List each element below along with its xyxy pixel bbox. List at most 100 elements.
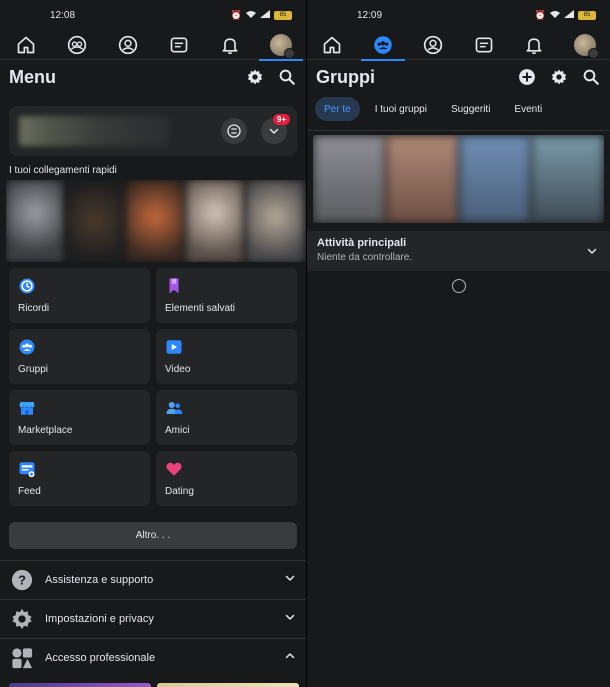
menu-screen: 12:08 ⏰ 85 Menu 9+ I tuoi collegamenti r… (0, 0, 306, 687)
tab-home[interactable] (316, 31, 348, 59)
shortcut-item[interactable] (66, 180, 124, 262)
divider (307, 130, 610, 131)
signal-icon (564, 10, 574, 20)
tab-feed[interactable] (163, 31, 195, 59)
shortcut-item[interactable] (6, 180, 64, 262)
groups-icon (374, 35, 392, 54)
profile-card[interactable]: 9+ (9, 106, 297, 156)
status-bar: 12:09 ⏰ 85 (307, 0, 610, 30)
pill-i-tuoi-gruppi[interactable]: I tuoi gruppi (366, 97, 436, 121)
tab-notifications[interactable] (214, 31, 246, 59)
video-play-icon (166, 340, 182, 354)
tile-label: Elementi salvati (165, 303, 236, 314)
professional-card[interactable] (9, 683, 151, 687)
plus-circle-icon[interactable] (518, 68, 536, 86)
groups-header: Gruppi (307, 60, 610, 94)
feed-icon (475, 37, 493, 52)
professional-cards-strip (9, 683, 299, 687)
home-icon (323, 36, 341, 53)
top-tab-bar (0, 30, 306, 61)
professional-access-row[interactable]: Accesso professionale (0, 638, 306, 677)
signal-icon (260, 10, 270, 20)
tab-menu[interactable] (569, 31, 601, 59)
search-icon[interactable] (582, 68, 600, 86)
wifi-icon (246, 10, 256, 20)
professional-card[interactable] (157, 683, 299, 687)
tile-gruppi[interactable]: Gruppi (9, 329, 150, 384)
loading-spinner (452, 279, 466, 293)
wifi-icon (550, 10, 560, 20)
tab-groups[interactable] (61, 31, 93, 59)
top-tab-bar (307, 30, 610, 61)
tile-video[interactable]: Video (156, 329, 297, 384)
bell-icon (222, 37, 237, 54)
alarm-icon: ⏰ (534, 9, 546, 20)
notification-badge: 9+ (272, 114, 290, 125)
profile-icon (118, 35, 137, 54)
page-title: Gruppi (316, 66, 375, 87)
tile-label: Dating (165, 486, 194, 497)
tile-feed[interactable]: Feed (9, 451, 150, 506)
groups-screen: 12:09 ⏰ 85 Gruppi Per te I tuoi gruppi S… (307, 0, 610, 687)
shortcuts-label: I tuoi collegamenti rapidi (9, 165, 117, 176)
pill-eventi[interactable]: Eventi (505, 97, 551, 121)
avatar (269, 33, 295, 59)
shortcut-item[interactable] (126, 180, 184, 262)
tab-menu[interactable] (258, 31, 303, 61)
switch-profile-button[interactable] (221, 118, 247, 144)
gear-icon (12, 608, 32, 630)
clock-memories-icon (19, 278, 35, 294)
tab-feed[interactable] (468, 31, 500, 59)
tile-label: Ricordi (18, 303, 50, 314)
bookmark-icon (169, 278, 179, 294)
menu-tiles-grid: Ricordi Elementi salvati Gruppi Video Ma… (9, 268, 297, 506)
tab-notifications[interactable] (518, 31, 550, 59)
alarm-icon: ⏰ (230, 9, 242, 20)
tile-label: Feed (18, 486, 41, 497)
menu-mini-icon (587, 47, 599, 59)
tile-elementi-salvati[interactable]: Elementi salvati (156, 268, 297, 323)
chevron-up-icon (285, 653, 295, 659)
search-icon[interactable] (278, 68, 296, 86)
tile-ricordi[interactable]: Ricordi (9, 268, 150, 323)
status-icons: ⏰ 85 (231, 10, 292, 21)
chevron-down-icon (285, 614, 295, 620)
switch-account-icon (227, 124, 241, 138)
home-icon (17, 36, 34, 53)
tile-amici[interactable]: Amici (156, 390, 297, 445)
menu-mini-icon (283, 47, 295, 59)
more-button[interactable]: Altro. . . (9, 522, 297, 549)
settings-privacy-row[interactable]: Impostazioni e privacy (0, 599, 306, 638)
tile-marketplace[interactable]: Marketplace (9, 390, 150, 445)
tab-profile[interactable] (417, 31, 449, 59)
menu-header: Menu (0, 60, 306, 94)
heart-icon (166, 462, 182, 476)
tab-home[interactable] (10, 31, 42, 59)
settings-privacy-label: Impostazioni e privacy (45, 613, 154, 625)
tile-dating[interactable]: Dating (156, 451, 297, 506)
marketplace-shop-icon (19, 402, 35, 415)
tab-groups[interactable] (360, 31, 405, 61)
profile-name-blurred (19, 116, 169, 146)
tab-profile[interactable] (112, 31, 144, 59)
top-activity-card[interactable]: Attività principali Niente da controllar… (307, 231, 610, 271)
bell-icon (526, 37, 542, 54)
help-support-row[interactable]: ? Assistenza e supporto (0, 560, 306, 599)
avatar (573, 33, 599, 59)
professional-access-label: Accesso professionale (45, 652, 156, 664)
groups-icon (67, 35, 86, 54)
shortcut-item[interactable] (186, 180, 244, 262)
status-time: 12:09 (357, 9, 383, 21)
shortcut-item[interactable] (246, 180, 304, 262)
gear-icon[interactable] (550, 68, 568, 86)
pill-suggeriti[interactable]: Suggeriti (442, 97, 499, 121)
activity-title: Attività principali (317, 237, 407, 249)
pill-per-te[interactable]: Per te (315, 97, 360, 121)
battery-icon: 85 (274, 10, 292, 20)
groups-cover-banner[interactable] (313, 135, 604, 223)
gear-icon[interactable] (246, 68, 264, 86)
svg-text:?: ? (18, 573, 26, 588)
activity-subtitle: Niente da controllare. (317, 252, 413, 263)
chevron-down-icon (269, 128, 279, 134)
help-support-label: Assistenza e supporto (45, 574, 154, 586)
